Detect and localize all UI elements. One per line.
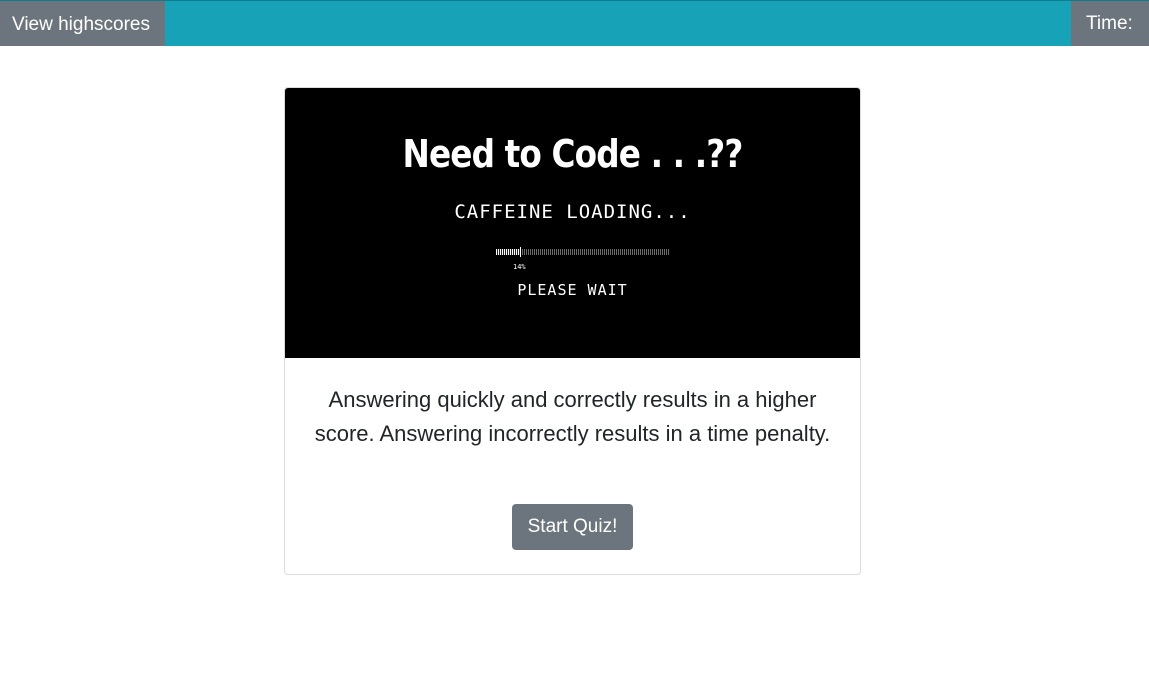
quiz-description: Answering quickly and correctly results … [314,387,831,446]
banner-wait-text: PLEASE WAIT [517,281,628,299]
start-quiz-button[interactable]: Start Quiz! [512,504,633,550]
timer-display: Time: [1071,1,1149,46]
banner-image: Need to Code . . .?? CAFFEINE LOADING...… [285,88,860,358]
loading-progress-bar [496,247,670,257]
quiz-intro-card: Need to Code . . .?? CAFFEINE LOADING...… [284,87,861,575]
loading-progress-fill [496,249,521,255]
banner-title: Need to Code . . .?? [402,132,744,176]
top-navbar: View highscores Time: [0,0,1149,46]
loading-progress-label: 14% [513,263,526,271]
view-highscores-button[interactable]: View highscores [0,1,165,46]
banner-subtitle: CAFFEINE LOADING... [454,201,691,223]
loading-progress-marker [520,247,522,257]
